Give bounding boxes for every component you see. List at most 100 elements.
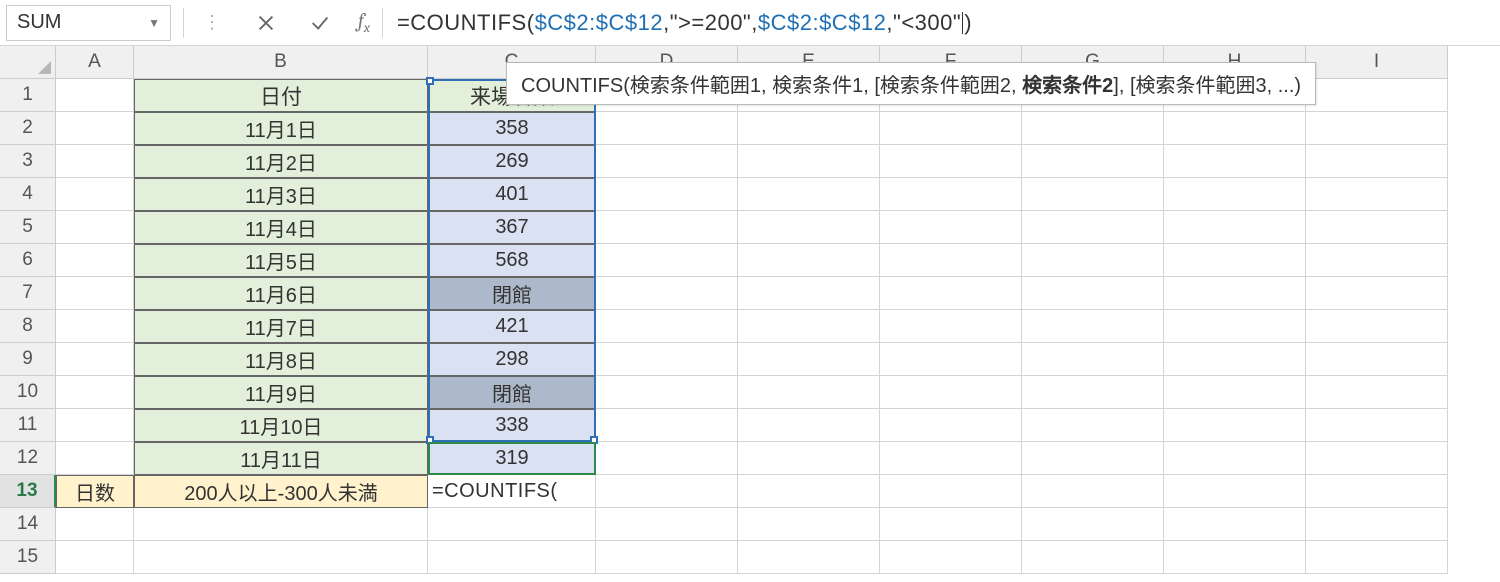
cell-empty[interactable]: [596, 343, 738, 376]
cell[interactable]: [56, 145, 134, 178]
cancel-icon[interactable]: [244, 5, 288, 41]
cell-date[interactable]: 11月5日: [134, 244, 428, 277]
cell-visitors[interactable]: 401: [428, 178, 596, 211]
cell-empty[interactable]: [880, 442, 1022, 475]
cell-empty[interactable]: [1164, 343, 1306, 376]
spreadsheet-grid[interactable]: A B C D E F G H I 1日付来場者数211月1日358311月2日…: [0, 46, 1500, 574]
cell-empty[interactable]: [1306, 178, 1448, 211]
cell-empty[interactable]: [738, 508, 880, 541]
cell-empty[interactable]: [1164, 178, 1306, 211]
cell-visitors[interactable]: 367: [428, 211, 596, 244]
cell-visitors[interactable]: 358: [428, 112, 596, 145]
row-header-10[interactable]: 10: [0, 376, 56, 409]
cell-empty[interactable]: [596, 112, 738, 145]
cell-empty[interactable]: [1022, 475, 1164, 508]
cell-empty[interactable]: [1306, 244, 1448, 277]
cell[interactable]: [134, 508, 428, 541]
cell-empty[interactable]: [738, 244, 880, 277]
row-header-11[interactable]: 11: [0, 409, 56, 442]
cell-empty[interactable]: [880, 541, 1022, 574]
cell-visitors[interactable]: 閉館: [428, 277, 596, 310]
cell-empty[interactable]: [738, 178, 880, 211]
cell-empty[interactable]: [738, 277, 880, 310]
column-header-a[interactable]: A: [56, 46, 134, 79]
cell-empty[interactable]: [1306, 475, 1448, 508]
cell-label-range[interactable]: 200人以上-300人未満: [134, 475, 428, 508]
cell-empty[interactable]: [738, 409, 880, 442]
cell-empty[interactable]: [880, 409, 1022, 442]
cell[interactable]: [56, 112, 134, 145]
cell-date[interactable]: 11月9日: [134, 376, 428, 409]
cell-empty[interactable]: [738, 310, 880, 343]
cell-date[interactable]: 11月8日: [134, 343, 428, 376]
cell-empty[interactable]: [1022, 343, 1164, 376]
row-header-8[interactable]: 8: [0, 310, 56, 343]
cell[interactable]: [56, 508, 134, 541]
cell-label-days[interactable]: 日数: [56, 475, 134, 508]
fx-icon[interactable]: fx: [358, 9, 370, 36]
header-date[interactable]: 日付: [134, 79, 428, 112]
row-header-3[interactable]: 3: [0, 145, 56, 178]
cell-date[interactable]: 11月10日: [134, 409, 428, 442]
row-header-15[interactable]: 15: [0, 541, 56, 574]
cell-empty[interactable]: [1022, 178, 1164, 211]
cell-empty[interactable]: [596, 541, 738, 574]
cell[interactable]: [56, 541, 134, 574]
cell-empty[interactable]: [1164, 376, 1306, 409]
cell-empty[interactable]: [596, 277, 738, 310]
cell-empty[interactable]: [738, 211, 880, 244]
cell-empty[interactable]: [596, 310, 738, 343]
cell-date[interactable]: 11月4日: [134, 211, 428, 244]
cell-empty[interactable]: [880, 277, 1022, 310]
row-header-12[interactable]: 12: [0, 442, 56, 475]
cell[interactable]: [56, 277, 134, 310]
cell-empty[interactable]: [1022, 211, 1164, 244]
cell-empty[interactable]: [1306, 376, 1448, 409]
name-box-dropdown-icon[interactable]: ▼: [148, 16, 160, 30]
row-header-14[interactable]: 14: [0, 508, 56, 541]
cell-empty[interactable]: [1022, 508, 1164, 541]
cell-date[interactable]: 11月11日: [134, 442, 428, 475]
enter-icon[interactable]: [298, 5, 342, 41]
expand-formula-icon[interactable]: ⋮: [190, 5, 234, 41]
cell-visitors[interactable]: 568: [428, 244, 596, 277]
cell-empty[interactable]: [1306, 79, 1448, 112]
cell-empty[interactable]: [1164, 277, 1306, 310]
cell[interactable]: [56, 343, 134, 376]
cell-empty[interactable]: [596, 442, 738, 475]
cell-empty[interactable]: [738, 112, 880, 145]
cell-empty[interactable]: [1306, 211, 1448, 244]
cell-empty[interactable]: [1306, 508, 1448, 541]
cell-empty[interactable]: [1022, 409, 1164, 442]
column-header-i[interactable]: I: [1306, 46, 1448, 79]
cell-empty[interactable]: [738, 145, 880, 178]
name-box[interactable]: SUM ▼: [6, 5, 171, 41]
cell-empty[interactable]: [880, 244, 1022, 277]
cell[interactable]: [56, 211, 134, 244]
cell-empty[interactable]: [1022, 145, 1164, 178]
cell-empty[interactable]: [738, 475, 880, 508]
cell-empty[interactable]: [1022, 112, 1164, 145]
cell[interactable]: [56, 244, 134, 277]
cell-empty[interactable]: [1306, 541, 1448, 574]
cell-visitors[interactable]: 閉館: [428, 376, 596, 409]
cell-empty[interactable]: [880, 178, 1022, 211]
cell-empty[interactable]: [880, 112, 1022, 145]
cell[interactable]: [428, 508, 596, 541]
cell[interactable]: [56, 178, 134, 211]
row-header-7[interactable]: 7: [0, 277, 56, 310]
cell-empty[interactable]: [1164, 145, 1306, 178]
row-header-4[interactable]: 4: [0, 178, 56, 211]
cell-empty[interactable]: [1306, 112, 1448, 145]
row-header-9[interactable]: 9: [0, 343, 56, 376]
cell-empty[interactable]: [1164, 442, 1306, 475]
cell-visitors[interactable]: 269: [428, 145, 596, 178]
cell-empty[interactable]: [1164, 112, 1306, 145]
cell-empty[interactable]: [1164, 310, 1306, 343]
row-header-13[interactable]: 13: [0, 475, 56, 508]
cell-empty[interactable]: [880, 211, 1022, 244]
cell-empty[interactable]: [1022, 442, 1164, 475]
cell[interactable]: [56, 310, 134, 343]
cell-empty[interactable]: [596, 145, 738, 178]
cell-date[interactable]: 11月2日: [134, 145, 428, 178]
